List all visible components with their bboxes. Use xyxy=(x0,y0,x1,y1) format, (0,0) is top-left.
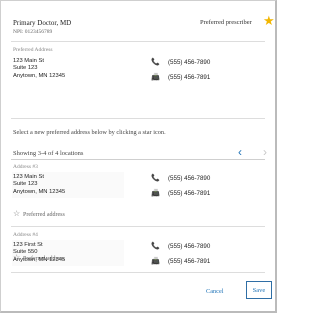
header-divider xyxy=(11,41,265,42)
location-fax: (555) 456-7891 xyxy=(168,258,211,265)
cancel-button[interactable]: Cancel xyxy=(206,288,223,295)
pagination-divider xyxy=(11,159,265,160)
preferred-address-label: Preferred Address xyxy=(13,47,53,53)
phone-icon: 📞 xyxy=(151,175,160,182)
instruction-text: Select a new preferred address below by … xyxy=(13,129,166,136)
preferred-address-panel: Primary Doctor, MD NPI: 0123456789 Prefe… xyxy=(0,0,277,313)
preferred-prescriber-label: Preferred prescriber xyxy=(200,19,252,26)
fax-icon: 📠 xyxy=(151,190,160,197)
section-divider xyxy=(11,118,265,119)
location-phone: (555) 456-7890 xyxy=(168,243,211,250)
location-address-text: 123 Main St Suite 123 Anytown, MN 12345 xyxy=(13,174,66,195)
card-divider xyxy=(11,226,265,227)
preferred-address-phone: (555) 456-7890 xyxy=(168,59,211,66)
footer-divider xyxy=(11,272,265,273)
location-phone: (555) 456-7890 xyxy=(168,175,211,182)
preferred-prescriber-star-icon[interactable]: ★ xyxy=(263,14,275,27)
location-label: Address #4 xyxy=(13,232,38,238)
location-label: Address #3 xyxy=(13,164,38,170)
preferred-address-fax: (555) 456-7891 xyxy=(168,74,211,81)
doctor-name: Primary Doctor, MD xyxy=(13,19,72,27)
phone-icon: 📞 xyxy=(151,59,160,66)
save-button[interactable]: Save xyxy=(246,281,272,299)
preferred-address-text: 123 Main St Suite 123 Anytown, MN 12345 xyxy=(13,58,66,79)
preferred-address-link[interactable]: Preferred address xyxy=(23,256,65,262)
star-outline-icon[interactable]: ☆ xyxy=(13,210,20,218)
doctor-npi: NPI: 0123456789 xyxy=(13,29,53,35)
phone-icon: 📞 xyxy=(151,243,160,250)
star-outline-icon[interactable]: ☆ xyxy=(13,254,20,262)
chevron-left-icon[interactable]: ‹ xyxy=(238,146,242,158)
pagination-showing: Showing 3-4 of 4 locations xyxy=(13,150,84,157)
fax-icon: 📠 xyxy=(151,258,160,265)
fax-icon: 📠 xyxy=(151,74,160,81)
chevron-right-icon[interactable]: › xyxy=(263,146,267,158)
location-fax: (555) 456-7891 xyxy=(168,190,211,197)
preferred-address-link[interactable]: Preferred address xyxy=(23,212,65,218)
